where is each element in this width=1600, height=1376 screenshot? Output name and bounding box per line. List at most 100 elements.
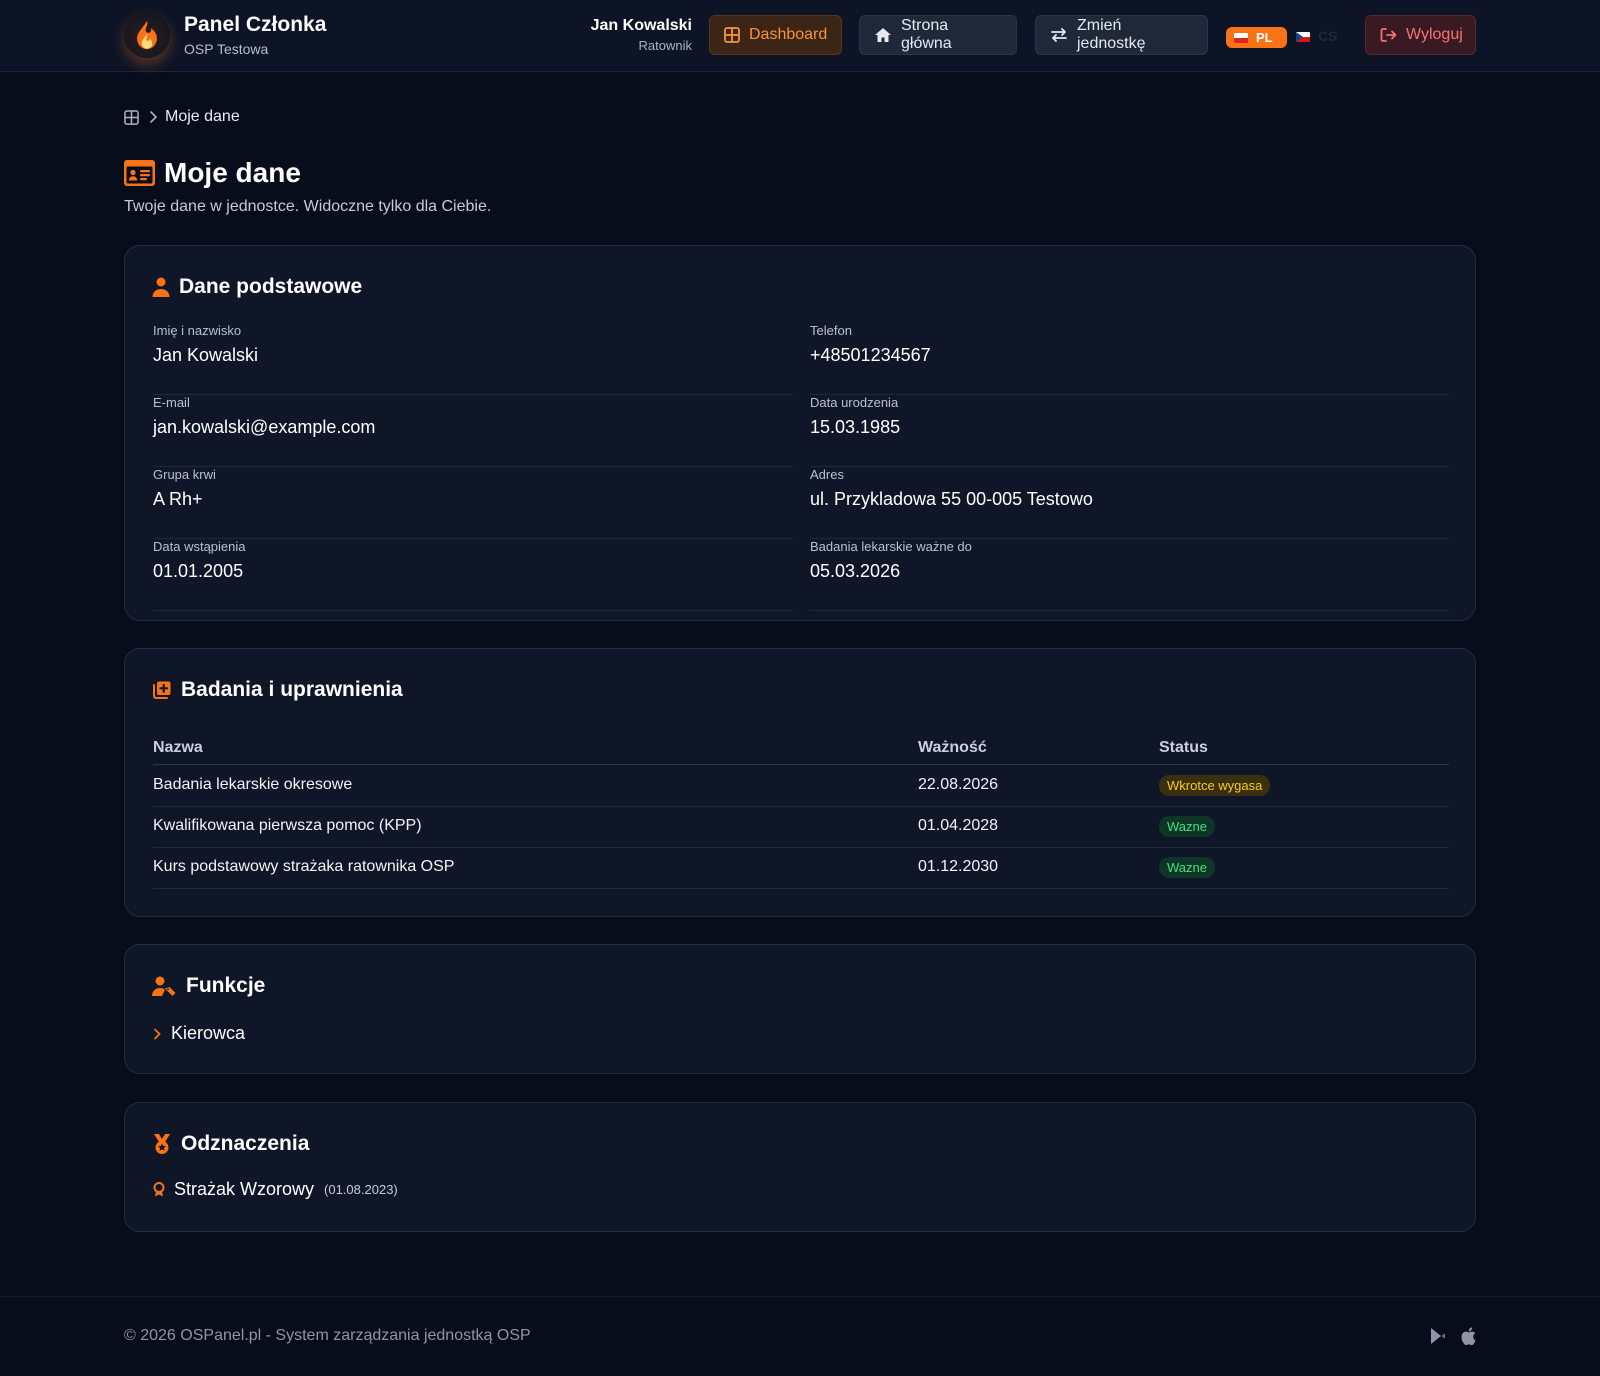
functions-header: Funkcje (152, 974, 265, 998)
user-tag-icon (152, 976, 176, 996)
table-row: Kwalifikowana pierwsza pomoc (KPP) 01.04… (153, 807, 1449, 848)
dashboard-grid-icon[interactable] (124, 109, 139, 125)
cell-validity: 01.04.2028 (918, 817, 999, 834)
poland-flag-icon (1234, 32, 1248, 43)
field-value: jan.kowalski@example.com (153, 417, 376, 437)
qualifications-header: Badania i uprawnienia (152, 678, 403, 702)
home-icon (875, 28, 891, 42)
basic-data-title: Dane podstawowe (179, 275, 363, 298)
switch-unit-button[interactable]: Zmień jednostkę (1035, 15, 1208, 55)
field-value: +48501234567 (810, 345, 931, 365)
lang-pl-button[interactable]: PL (1226, 27, 1287, 48)
status-badge: Wkrotce wygasa (1159, 775, 1271, 796)
field-label: Telefon (810, 323, 852, 338)
switch-unit-label: Zmień jednostkę (1077, 17, 1146, 52)
table-row: Kurs podstawowy strażaka ratownika OSP 0… (153, 848, 1449, 889)
functions-title: Funkcje (186, 974, 266, 997)
page-subtitle: Twoje dane w jednostce. Widoczne tylko d… (124, 198, 492, 215)
footer: © 2026 OSPanel.pl - System zarządzania j… (0, 1296, 1600, 1376)
breadcrumb-current: Moje dane (165, 108, 240, 125)
dashboard-grid-icon (724, 27, 740, 43)
logout-button[interactable]: Wyloguj (1365, 15, 1476, 55)
awards-card: Odznaczenia Strażak Wzorowy (01.08.2023) (124, 1102, 1476, 1232)
field-value: 01.01.2005 (153, 561, 244, 581)
user-icon (152, 277, 170, 297)
award-ribbon-icon (153, 1182, 165, 1197)
basic-data-header: Dane podstawowe (152, 275, 362, 299)
cell-name: Kurs podstawowy strażaka ratownika OSP (153, 858, 455, 875)
chevron-right-icon (154, 1028, 161, 1039)
field-blood-type: Grupa krwi A Rh+ (153, 467, 793, 539)
awards-title: Odznaczenia (181, 1132, 310, 1155)
field-birth-date: Data urodzenia 15.03.1985 (810, 395, 1450, 467)
list-item: Strażak Wzorowy (01.08.2023) (153, 1179, 398, 1200)
home-button[interactable]: Strona główna (859, 15, 1017, 55)
field-label: Grupa krwi (153, 467, 216, 482)
page-title: Moje dane (124, 156, 301, 190)
qualifications-title: Badania i uprawnienia (181, 678, 403, 701)
functions-card: Funkcje Kierowca (124, 944, 1476, 1074)
cell-validity: 22.08.2026 (918, 776, 999, 793)
field-email: E-mail jan.kowalski@example.com (153, 395, 793, 467)
cell-name: Badania lekarskie okresowe (153, 776, 353, 793)
field-value: 05.03.2026 (810, 561, 901, 581)
column-status[interactable]: Status (1159, 739, 1208, 757)
table-header: Nazwa Ważność Status (153, 733, 1449, 765)
user-name: Jan Kowalski (590, 17, 692, 34)
field-value: 15.03.1985 (810, 417, 901, 437)
lang-cs-label[interactable]: CS (1318, 28, 1337, 44)
qualifications-card: Badania i uprawnienia Nazwa Ważność Stat… (124, 648, 1476, 917)
medical-kit-icon (153, 681, 171, 699)
field-value: Jan Kowalski (153, 345, 259, 365)
award-date: (01.08.2023) (324, 1182, 398, 1197)
table-row: Badania lekarskie okresowe 22.08.2026 Wk… (153, 766, 1449, 807)
award-name: Strażak Wzorowy (174, 1179, 315, 1199)
dashboard-button[interactable]: Dashboard (709, 15, 842, 55)
status-badge: Wazne (1159, 857, 1215, 878)
awards-header: Odznaczenia (152, 1132, 309, 1156)
field-full-name: Imię i nazwisko Jan Kowalski (153, 323, 793, 395)
user-info: Jan Kowalski Ratownik (492, 16, 692, 54)
user-role: Ratownik (638, 38, 692, 53)
function-name: Kierowca (171, 1023, 246, 1043)
logout-icon (1380, 28, 1397, 42)
home-label: Strona główna (901, 17, 952, 52)
field-label: Adres (810, 467, 844, 482)
czech-flag-icon[interactable] (1296, 32, 1310, 42)
basic-data-card: Dane podstawowe Imię i nazwisko Jan Kowa… (124, 245, 1476, 621)
id-card-icon (124, 160, 155, 186)
breadcrumb: Moje dane (124, 108, 240, 126)
logout-label: Wyloguj (1406, 26, 1463, 43)
app-store-links (1415, 1327, 1476, 1345)
flame-logo-icon (124, 12, 170, 58)
field-value: A Rh+ (153, 489, 203, 509)
brand[interactable]: Panel Członka OSP Testowa (124, 12, 326, 58)
cell-name: Kwalifikowana pierwsza pomoc (KPP) (153, 817, 422, 834)
column-name[interactable]: Nazwa (153, 739, 203, 757)
field-join-date: Data wstąpienia 01.01.2005 (153, 539, 793, 611)
footer-copyright: © 2026 OSPanel.pl - System zarządzania j… (124, 1327, 531, 1344)
column-validity[interactable]: Ważność (918, 739, 987, 757)
chevron-right-icon (150, 111, 157, 123)
field-label: Data urodzenia (810, 395, 899, 410)
top-bar: Panel Członka OSP Testowa Jan Kowalski R… (0, 0, 1600, 72)
list-item: Kierowca (153, 1023, 245, 1044)
field-address: Adres ul. Przykladowa 55 00-005 Testowo (810, 467, 1450, 539)
field-medical-valid: Badania lekarskie ważne do 05.03.2026 (810, 539, 1450, 611)
app-title: Panel Członka (184, 13, 327, 36)
medal-icon (154, 1134, 170, 1154)
unit-name: OSP Testowa (184, 41, 269, 57)
apple-icon[interactable] (1461, 1327, 1476, 1345)
dashboard-label: Dashboard (749, 26, 828, 43)
cell-validity: 01.12.2030 (918, 858, 999, 875)
field-phone: Telefon +48501234567 (810, 323, 1450, 395)
field-label: Badania lekarskie ważne do (810, 539, 972, 554)
field-value: ul. Przykladowa 55 00-005 Testowo (810, 489, 1093, 509)
status-badge: Wazne (1159, 816, 1215, 837)
page-heading: Moje dane (164, 157, 301, 188)
swap-arrows-icon (1051, 28, 1067, 42)
field-label: E-mail (153, 395, 190, 410)
field-label: Imię i nazwisko (153, 323, 242, 338)
google-play-icon[interactable] (1429, 1327, 1447, 1345)
field-label: Data wstąpienia (153, 539, 246, 554)
